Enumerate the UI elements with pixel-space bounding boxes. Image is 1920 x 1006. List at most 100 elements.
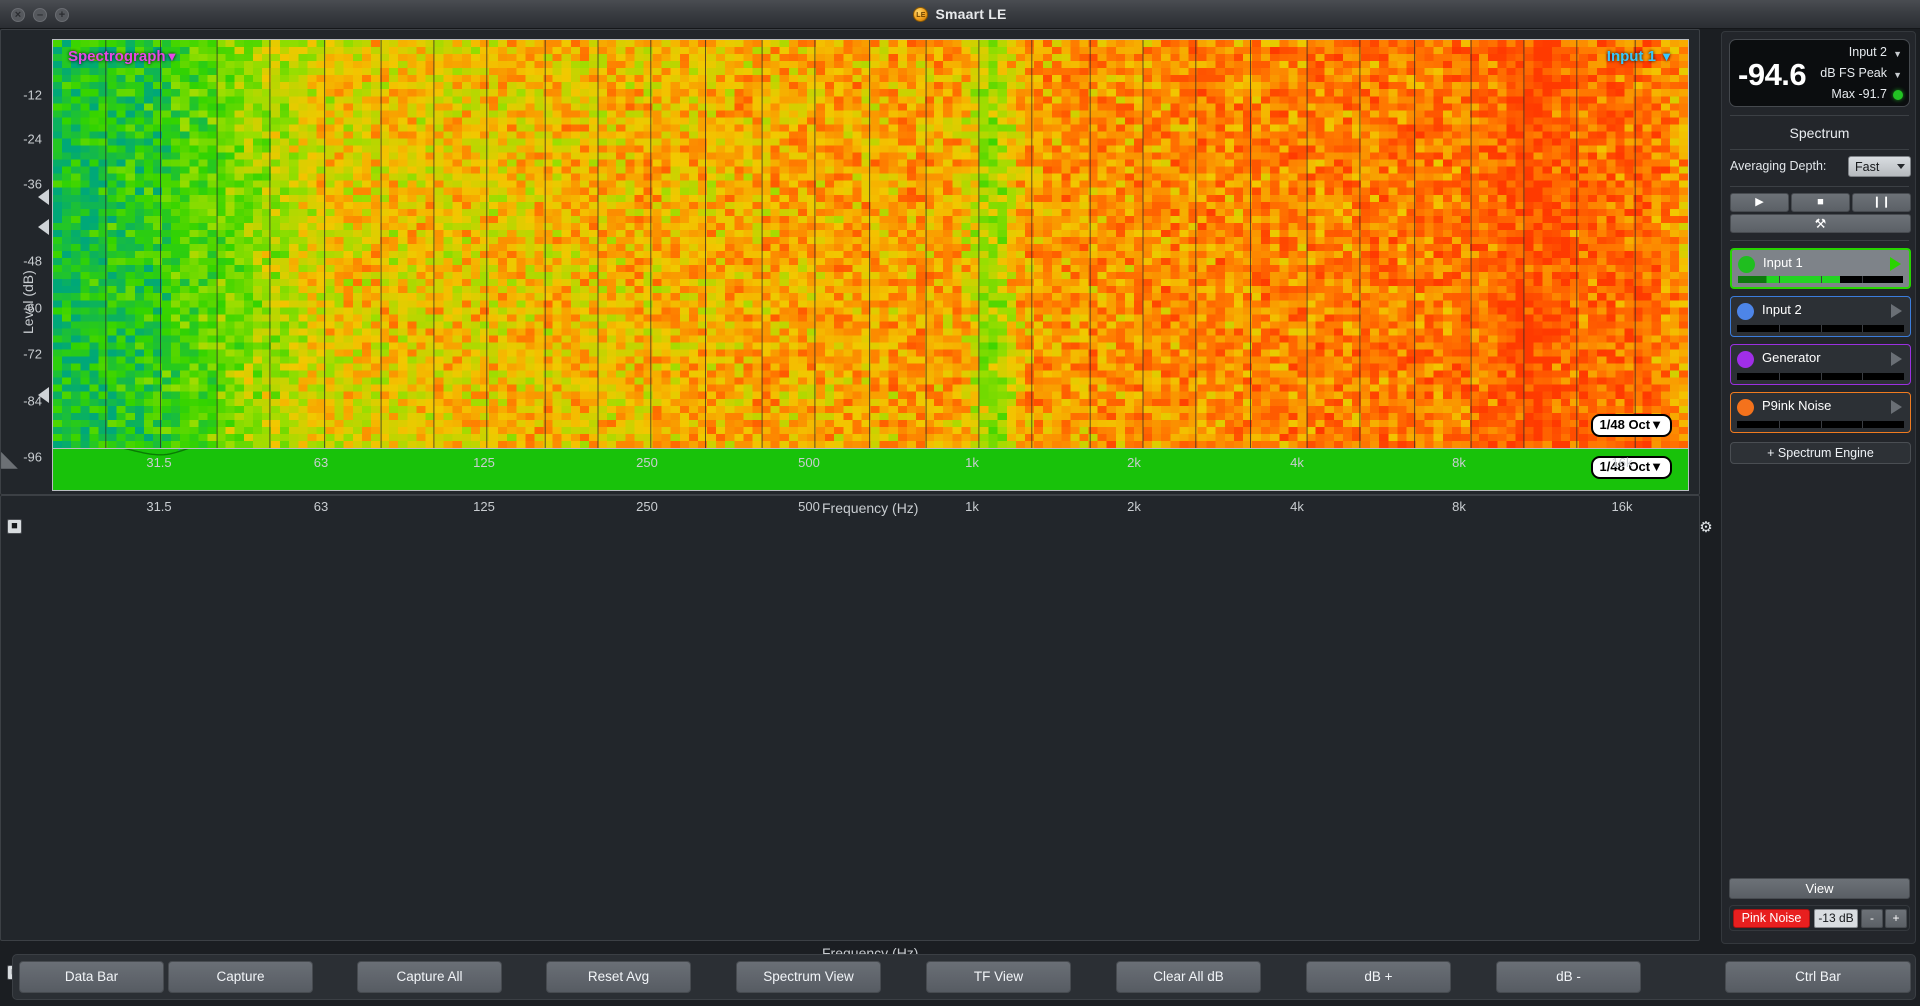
engine-color-dot xyxy=(1738,256,1755,273)
rta-ytick: -84 xyxy=(23,393,42,409)
spectrograph-octave-badge[interactable]: 1/48 Oct▼ xyxy=(1590,414,1672,437)
engine-pink-noise[interactable]: P9ink Noise xyxy=(1730,392,1911,433)
spectrograph-xtick: 250 xyxy=(636,455,658,470)
spectrograph-input-label: Input 1 xyxy=(1606,48,1656,65)
engine-label: Generator xyxy=(1762,350,1821,365)
right-sidebar: -94.6 Input 2 ▼ dB FS Peak ▼ Max -91.7 S… xyxy=(1721,31,1916,944)
pink-noise-button[interactable]: Pink Noise xyxy=(1733,909,1810,928)
spectrograph-xtick: 31.5 xyxy=(146,455,172,470)
averaging-depth-label: Averaging Depth: xyxy=(1730,159,1827,173)
view-button[interactable]: View xyxy=(1729,878,1910,899)
engine-color-dot xyxy=(1737,399,1754,416)
pink-noise-decrement-button[interactable]: - xyxy=(1861,909,1883,928)
readout-unit-dropdown-icon[interactable]: ▼ xyxy=(1893,70,1902,80)
engine-play-icon[interactable] xyxy=(1891,304,1902,318)
db-minus-button[interactable]: dB - xyxy=(1496,961,1641,993)
engine-color-dot xyxy=(1737,303,1754,320)
engine-level-meter xyxy=(1737,373,1904,380)
level-readout: -94.6 Input 2 ▼ dB FS Peak ▼ Max -91.7 xyxy=(1729,39,1910,107)
spectrograph-xtick: 1k xyxy=(965,455,979,470)
capture-all-button[interactable]: Capture All xyxy=(357,961,502,993)
spectrograph-input-menu[interactable]: Input 1 ▼ xyxy=(1607,48,1673,65)
spectrograph-xtick: 500 xyxy=(798,455,820,470)
chevron-down-icon: ▼ xyxy=(165,49,179,64)
spectrograph-panel: Spectrograph▼ Input 1 ▼ 1/48 Oct▼ 31.5 6… xyxy=(0,39,1700,941)
engine-level-meter xyxy=(1738,276,1903,283)
engine-play-icon[interactable] xyxy=(1891,400,1902,414)
engine-input-1[interactable]: Input 1 xyxy=(1730,248,1911,289)
readout-input-dropdown-icon[interactable]: ▼ xyxy=(1893,49,1902,59)
engine-generator[interactable]: Generator xyxy=(1730,344,1911,385)
signal-led-indicator xyxy=(1893,90,1903,100)
spectrograph-svg xyxy=(53,40,1688,448)
averaging-depth-value: Fast xyxy=(1855,160,1880,174)
title-bar: × – + Smaart LE xyxy=(0,0,1920,29)
play-button[interactable]: ▶ xyxy=(1730,193,1789,212)
spectrum-section-title: Spectrum xyxy=(1789,125,1850,141)
rta-ytick: -36 xyxy=(23,176,42,192)
db-plus-button[interactable]: dB + xyxy=(1306,961,1451,993)
rta-ytick: -24 xyxy=(23,131,42,147)
spectrum-view-button[interactable]: Spectrum View xyxy=(736,961,881,993)
averaging-depth-row: Averaging Depth: Fast xyxy=(1730,156,1911,178)
rta-xtick: 4k xyxy=(1290,499,1304,514)
spectrograph-tag-label: Spectrograph xyxy=(68,48,166,65)
engine-label: P9ink Noise xyxy=(1762,398,1832,413)
rta-ytick: -96 xyxy=(23,449,42,465)
window-title-text: Smaart LE xyxy=(935,6,1007,22)
pause-icon: ❙❙ xyxy=(1872,196,1891,208)
readout-unit-label[interactable]: dB FS Peak xyxy=(1820,66,1887,80)
engine-label: Input 2 xyxy=(1762,302,1802,317)
chevron-down-icon xyxy=(1897,164,1905,169)
stop-icon: ■ xyxy=(1817,196,1824,208)
engine-play-icon[interactable] xyxy=(1890,257,1901,271)
spectrograph-xtick: 2k xyxy=(1127,455,1141,470)
tools-button[interactable]: ⚒ xyxy=(1730,214,1911,233)
rta-xtick: 63 xyxy=(313,499,329,514)
engine-label: Input 1 xyxy=(1763,255,1803,270)
bottom-toolbar: Data Bar Capture Capture All Reset Avg S… xyxy=(12,954,1916,1000)
divider xyxy=(1730,186,1909,187)
rta-ytick: -60 xyxy=(23,300,42,316)
averaging-depth-select[interactable]: Fast xyxy=(1848,156,1911,177)
spectrograph-plot[interactable]: Spectrograph▼ Input 1 ▼ 1/48 Oct▼ xyxy=(52,39,1689,449)
stop-button[interactable]: ■ xyxy=(1791,193,1850,212)
spectrograph-xtick: 4k xyxy=(1290,455,1304,470)
rta-ytick: -12 xyxy=(23,87,42,103)
pause-button[interactable]: ❙❙ xyxy=(1852,193,1911,212)
rta-gear-icon[interactable]: ⚙ xyxy=(1698,520,1714,536)
spectrograph-xtick: 125 xyxy=(473,455,495,470)
rta-ytick: -72 xyxy=(23,346,42,362)
pink-noise-db-field[interactable]: -13 dB xyxy=(1814,909,1858,928)
spectrograph-xtick: 8k xyxy=(1452,455,1466,470)
pink-noise-row: Pink Noise -13 dB - + xyxy=(1729,905,1910,931)
engine-input-2[interactable]: Input 2 xyxy=(1730,296,1911,337)
divider xyxy=(1730,240,1909,241)
rta-xtick: 8k xyxy=(1452,499,1466,514)
smaart-le-logo-icon xyxy=(913,7,929,23)
engine-level-meter xyxy=(1737,421,1904,428)
rta-xtick: 1k xyxy=(965,499,979,514)
spectrograph-cursor-handle-2[interactable] xyxy=(38,387,49,403)
spectrograph-cursor-handle-1[interactable] xyxy=(38,189,49,205)
tf-view-button[interactable]: TF View xyxy=(926,961,1071,993)
rta-cursor-handle[interactable] xyxy=(38,219,49,235)
readout-input-label[interactable]: Input 2 xyxy=(1849,45,1887,59)
add-spectrum-engine-button[interactable]: + Spectrum Engine xyxy=(1730,442,1911,464)
rta-ytick: -48 xyxy=(23,253,42,269)
rta-xtick: 250 xyxy=(636,499,658,514)
spectrograph-source-menu[interactable]: Spectrograph▼ xyxy=(68,48,178,65)
reset-avg-button[interactable]: Reset Avg xyxy=(546,961,691,993)
ctrl-bar-button[interactable]: Ctrl Bar xyxy=(1725,961,1911,993)
pink-noise-increment-button[interactable]: + xyxy=(1885,909,1907,928)
engine-play-icon[interactable] xyxy=(1891,352,1902,366)
clear-all-db-button[interactable]: Clear All dB xyxy=(1116,961,1261,993)
play-icon: ▶ xyxy=(1755,196,1764,208)
capture-button[interactable]: Capture xyxy=(168,961,313,993)
rta-x-axis-label: Frequency (Hz) xyxy=(822,500,919,516)
spectrograph-xtick: 16k xyxy=(1611,455,1633,470)
engine-color-dot xyxy=(1737,351,1754,368)
rta-close-pane-button[interactable]: ■ xyxy=(7,519,22,534)
window-title: Smaart LE xyxy=(0,0,1920,29)
data-bar-button[interactable]: Data Bar xyxy=(19,961,164,993)
